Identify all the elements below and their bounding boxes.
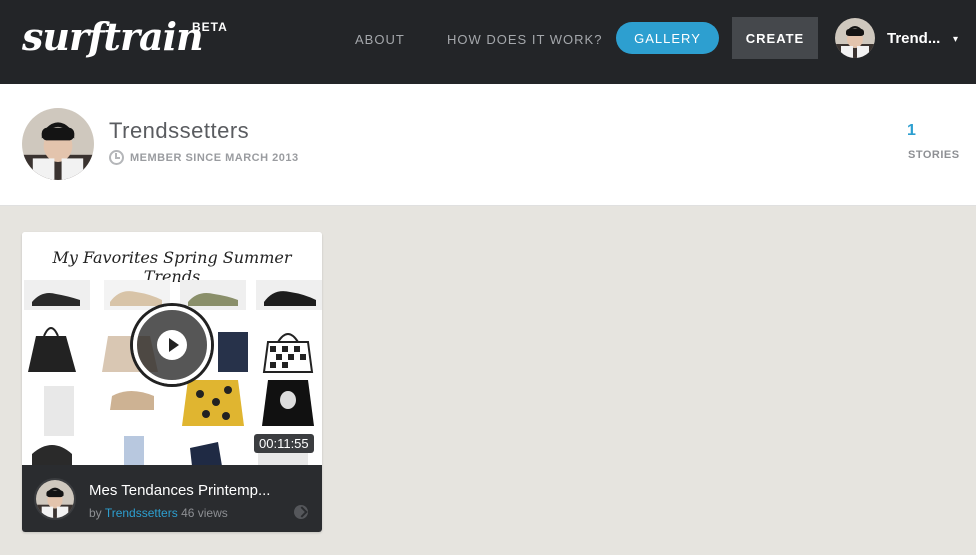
play-icon[interactable] <box>157 330 187 360</box>
video-duration: 00:11:55 <box>254 434 314 453</box>
story-card-footer: Mes Tendances Printemp... by Trendssette… <box>22 465 322 532</box>
nav-about-link[interactable]: ABOUT <box>355 32 405 47</box>
stories-label[interactable]: STORIES <box>908 149 960 161</box>
author-avatar[interactable] <box>34 478 76 520</box>
top-navigation-bar: surftrain BETA ABOUT HOW DOES IT WORK? G… <box>0 0 976 84</box>
member-since: MEMBER SINCE MARCH 2013 <box>109 150 299 165</box>
beta-badge: BETA <box>192 20 228 34</box>
profile-header: Trendssetters MEMBER SINCE MARCH 2013 1 … <box>0 84 976 206</box>
site-logo[interactable]: surftrain <box>22 14 204 59</box>
story-author-link[interactable]: Trendssetters <box>105 506 178 520</box>
stories-count[interactable]: 1 <box>907 122 916 140</box>
story-views: 46 views <box>181 506 228 520</box>
share-icon[interactable] <box>294 505 308 519</box>
user-name-menu[interactable]: Trend... <box>887 30 940 47</box>
play-button[interactable] <box>133 306 211 384</box>
member-since-text: MEMBER SINCE MARCH 2013 <box>130 151 299 164</box>
story-title[interactable]: Mes Tendances Printemp... <box>89 482 299 499</box>
chevron-down-icon[interactable]: ▾ <box>953 34 958 45</box>
profile-name: Trendssetters <box>109 118 250 143</box>
story-card[interactable]: My Favorites Spring Summer Trends 00:11:… <box>22 232 322 532</box>
nav-how-it-works-link[interactable]: HOW DOES IT WORK? <box>447 32 602 47</box>
story-meta: by Trendssetters 46 views <box>89 506 228 520</box>
clock-icon <box>109 150 124 165</box>
profile-avatar <box>22 108 94 180</box>
gallery-button[interactable]: GALLERY <box>616 22 719 54</box>
story-thumbnail[interactable]: My Favorites Spring Summer Trends 00:11:… <box>22 232 322 465</box>
create-button[interactable]: CREATE <box>732 17 818 59</box>
by-label: by <box>89 506 102 520</box>
user-avatar[interactable] <box>835 18 875 58</box>
